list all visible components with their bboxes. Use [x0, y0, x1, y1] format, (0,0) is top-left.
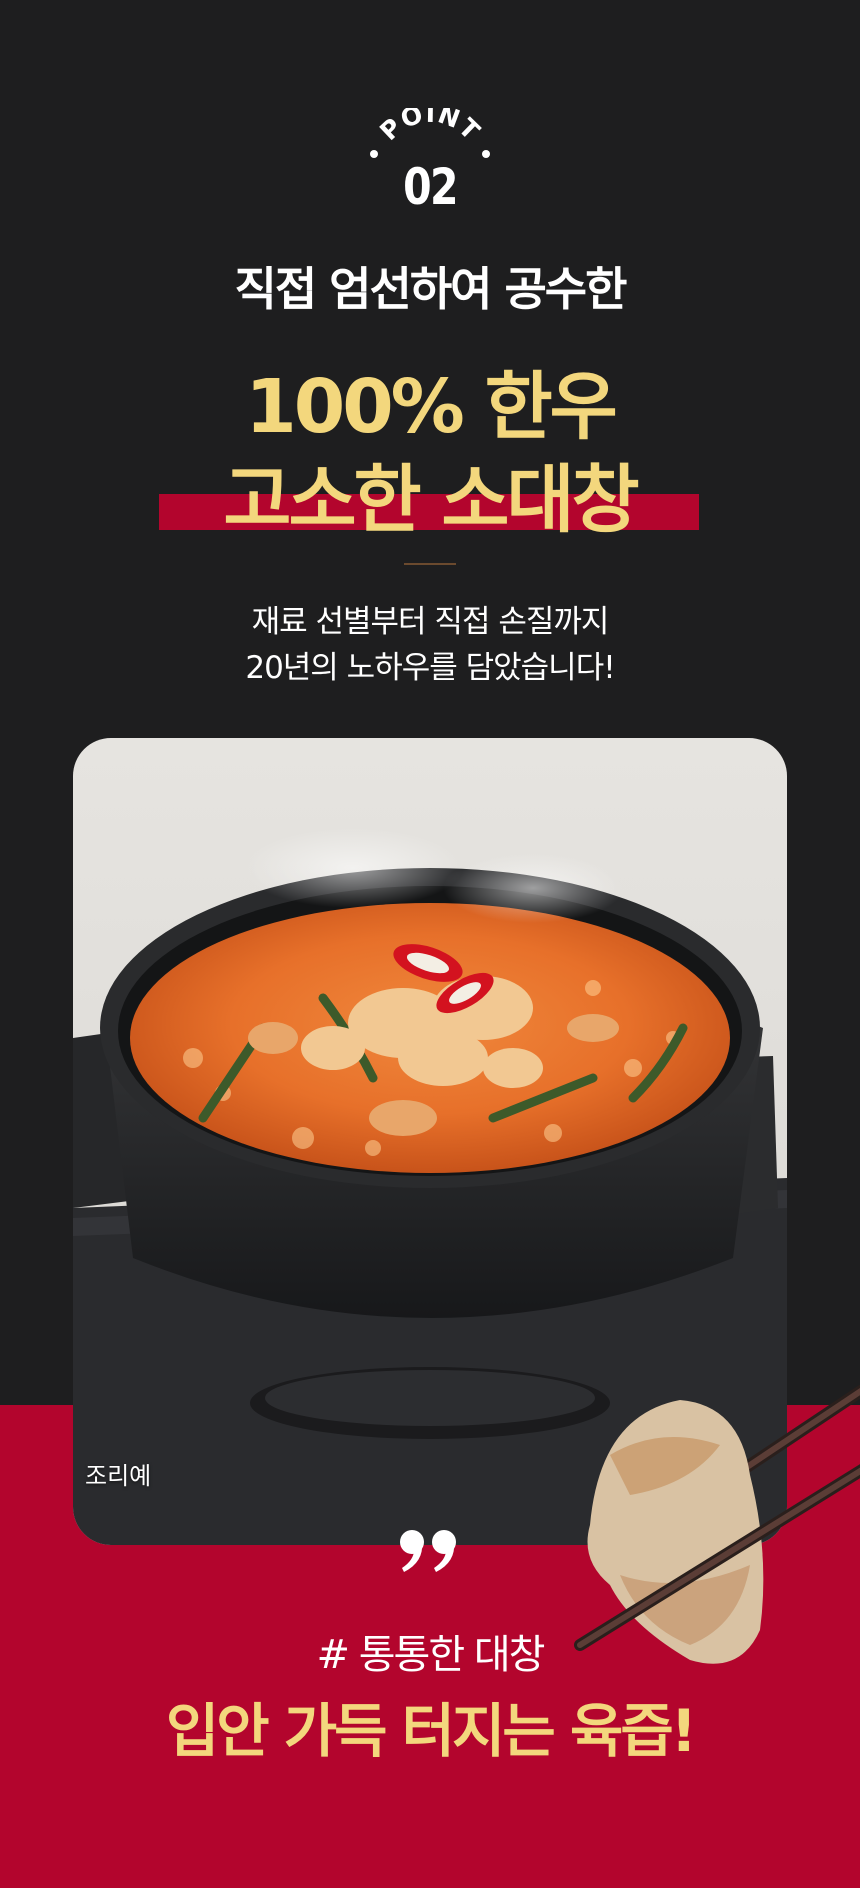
svg-text:POINT: POINT [374, 108, 486, 146]
description-line-1: 재료 선별부터 직접 손질까지 [251, 604, 610, 640]
divider [404, 563, 456, 565]
headline-line-2: 고소한 소대창 [223, 457, 639, 543]
tagline: 입안 가득 터지는 육즙! [165, 1697, 697, 1765]
hashtag-text: # 통통한 대창 [316, 1632, 546, 1678]
subheadline: 직접 엄선하여 공수한 [234, 262, 628, 316]
badge-dot-right [482, 150, 490, 158]
point-badge: POINT 02 [360, 99, 500, 218]
photo-caption: 조리예 [85, 1462, 152, 1490]
point-arc-text: POINT [374, 99, 485, 146]
point-number: 02 [403, 158, 458, 216]
closing-quote-icon [400, 1530, 456, 1572]
description-line-2: 20년의 노하우를 담았습니다! [245, 650, 615, 686]
headline-line-1: 100% 한우 [245, 364, 618, 450]
badge-dot-left [370, 150, 378, 158]
